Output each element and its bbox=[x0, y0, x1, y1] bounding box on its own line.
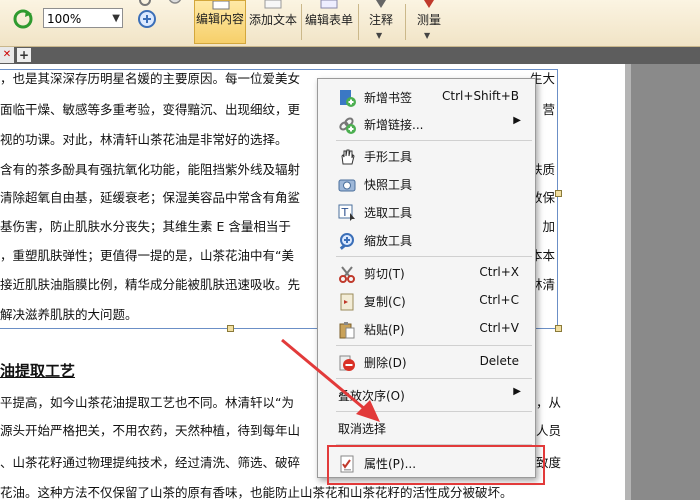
selection-handle[interactable] bbox=[227, 325, 234, 332]
doc-paragraph-line: ，重塑肌肤弹性；更值得一提的是，山茶花油中有“美 bbox=[0, 248, 294, 263]
menu-item-label: 删除(D) bbox=[364, 356, 407, 370]
copy-icon bbox=[340, 293, 354, 311]
zoom-value: 100% bbox=[47, 12, 82, 26]
menu-item-snapshot-tool[interactable]: 快照工具 bbox=[318, 171, 535, 197]
menu-item-label: 新增链接... bbox=[364, 118, 424, 132]
section-title: 油提取工艺 bbox=[0, 362, 76, 380]
zoom-in-icon[interactable] bbox=[137, 9, 157, 29]
zoom-tool-icon[interactable] bbox=[137, 0, 157, 8]
edit-content-label: 编辑内容 bbox=[195, 12, 244, 26]
tab-bar: ✕ + bbox=[0, 47, 700, 64]
menu-item-label: 缩放工具 bbox=[364, 234, 413, 248]
scissors-icon bbox=[339, 266, 355, 283]
link-add-icon bbox=[339, 117, 356, 134]
measure-label: 测量 bbox=[416, 13, 441, 27]
menu-item-hand-tool[interactable]: 手形工具 bbox=[318, 143, 535, 169]
menu-item-label: 快照工具 bbox=[364, 178, 413, 192]
menu-item-label: 新增书签 bbox=[364, 91, 413, 105]
menu-item-shortcut: Ctrl+C bbox=[479, 293, 519, 307]
doc-paragraph-line: 接近肌肤油脂膜比例，精华成分能被肌肤迅速吸收。先 bbox=[0, 277, 301, 292]
toolbar-separator bbox=[301, 4, 302, 40]
measure-icon bbox=[424, 0, 434, 8]
doc-paragraph-line: 解决滋养肌肤的大问题。 bbox=[0, 307, 138, 322]
highlight-box bbox=[327, 445, 545, 485]
hand-tool-icon bbox=[341, 149, 355, 165]
page-shadow bbox=[625, 64, 631, 500]
zoom-select[interactable]: 100% ▼ bbox=[43, 8, 123, 28]
menu-item-shortcut: Ctrl+X bbox=[479, 265, 519, 279]
text-select-icon: T bbox=[338, 204, 355, 221]
chevron-down-icon: ▼ bbox=[112, 13, 120, 24]
menu-item-label: 复制(C) bbox=[364, 295, 406, 309]
menu-item-label: 叠放次序(O) bbox=[338, 389, 405, 403]
doc-paragraph-line: 源头开始严格把关，不用农药，天然种植，待到每年山 bbox=[0, 423, 301, 438]
refresh-icon[interactable] bbox=[12, 8, 34, 30]
add-tab-icon[interactable]: + bbox=[17, 48, 31, 62]
selection-handle[interactable] bbox=[555, 190, 562, 197]
selection-handle[interactable] bbox=[555, 325, 562, 332]
bookmark-add-icon bbox=[340, 90, 356, 107]
menu-item-shortcut: Delete bbox=[479, 354, 519, 368]
doc-right-fragment: ，从 bbox=[536, 395, 562, 410]
doc-paragraph-line: 、山茶花籽通过物理提纯技术，经过清洗、筛选、破碎 bbox=[0, 455, 301, 470]
edit-form-label: 编辑表单 bbox=[304, 13, 353, 27]
toolbar-separator bbox=[358, 4, 359, 40]
annotate-button[interactable]: 注释 ▼ bbox=[362, 0, 400, 44]
chevron-down-icon: ▼ bbox=[376, 31, 383, 40]
add-text-icon bbox=[264, 0, 282, 9]
menu-item-select-tool[interactable]: T 选取工具 bbox=[318, 199, 535, 225]
menu-item-label: 取消选择 bbox=[338, 422, 387, 436]
chevron-down-icon: ▼ bbox=[424, 31, 431, 40]
menu-item-label: 剪切(T) bbox=[364, 267, 405, 281]
doc-paragraph-line: 平提高，如今山茶花油提取工艺也不同。林清轩以“为 bbox=[0, 395, 294, 410]
menu-item-copy[interactable]: 复制(C) Ctrl+C bbox=[318, 288, 535, 314]
doc-paragraph-line: 清除超氧自由基，延缓衰老；保湿美容品中常含有角鲨 bbox=[0, 190, 301, 205]
menu-separator bbox=[336, 378, 532, 379]
page-margin-area bbox=[625, 64, 700, 500]
doc-paragraph-line: 含有的茶多酚具有强抗氧化功能，能阻挡紫外线及辐射 bbox=[0, 162, 301, 177]
annotate-label: 注释 bbox=[368, 13, 393, 27]
menu-item-label: 粘贴(P) bbox=[364, 323, 405, 337]
doc-paragraph-line: ，也是其深深存历明星名媛的主要原因。每一位爱美女 bbox=[0, 71, 301, 86]
menu-item-add-bookmark[interactable]: 新增书签 Ctrl+Shift+B bbox=[318, 84, 535, 110]
annotate-icon bbox=[376, 0, 386, 8]
edit-content-button[interactable]: 编辑内容 bbox=[194, 0, 246, 44]
add-text-label: 添加文本 bbox=[248, 13, 297, 27]
edit-form-icon bbox=[320, 0, 338, 9]
main-toolbar: 100% ▼ 编辑内容 添加文本 编辑表单 注释 ▼ 测量 ▼ bbox=[0, 0, 700, 47]
menu-separator bbox=[336, 411, 532, 412]
zoom-icon bbox=[339, 233, 354, 250]
menu-separator bbox=[336, 140, 532, 141]
menu-item-zoom-tool[interactable]: 缩放工具 bbox=[318, 227, 535, 253]
edit-form-button[interactable]: 编辑表单 bbox=[303, 0, 355, 44]
menu-item-add-link[interactable]: 新增链接... ▶ bbox=[318, 111, 535, 137]
menu-separator bbox=[336, 256, 532, 257]
menu-item-deselect[interactable]: 取消选择 bbox=[318, 415, 535, 441]
toolbar-separator bbox=[405, 4, 406, 40]
chevron-right-icon: ▶ bbox=[513, 386, 521, 397]
svg-text:T: T bbox=[341, 206, 349, 219]
menu-item-cut[interactable]: 剪切(T) Ctrl+X bbox=[318, 260, 535, 286]
menu-item-shortcut: Ctrl+Shift+B bbox=[442, 89, 519, 103]
circle-tool-icon[interactable] bbox=[165, 0, 185, 6]
delete-icon bbox=[339, 355, 355, 371]
measure-button[interactable]: 测量 ▼ bbox=[410, 0, 448, 44]
doc-paragraph-line: 基伤害，防止肌肤水分丧失；其维生素 E 含量相当于 bbox=[0, 219, 291, 234]
doc-paragraph-line: 面临干燥、敏感等多重考验，变得黯沉、出现细纹，更 bbox=[0, 102, 301, 117]
menu-item-arrange[interactable]: 叠放次序(O) ▶ bbox=[318, 382, 535, 408]
add-text-button[interactable]: 添加文本 bbox=[247, 0, 299, 44]
camera-icon bbox=[338, 179, 356, 192]
paste-icon bbox=[339, 322, 355, 339]
menu-separator bbox=[336, 345, 532, 346]
menu-item-label: 选取工具 bbox=[364, 206, 413, 220]
doc-right-fragment: 人员 bbox=[536, 423, 562, 438]
menu-item-shortcut: Ctrl+V bbox=[479, 321, 519, 335]
menu-item-paste[interactable]: 粘贴(P) Ctrl+V bbox=[318, 316, 535, 342]
doc-paragraph-line: 视的功课。对此，林清轩山茶花油是非常好的选择。 bbox=[0, 132, 288, 147]
chevron-right-icon: ▶ bbox=[513, 115, 521, 126]
close-icon[interactable]: ✕ bbox=[0, 47, 14, 63]
context-menu: 新增书签 Ctrl+Shift+B 新增链接... ▶ 手形工具 快照工具 T … bbox=[317, 78, 536, 478]
menu-item-label: 手形工具 bbox=[364, 150, 413, 164]
menu-item-delete[interactable]: 删除(D) Delete bbox=[318, 349, 535, 375]
